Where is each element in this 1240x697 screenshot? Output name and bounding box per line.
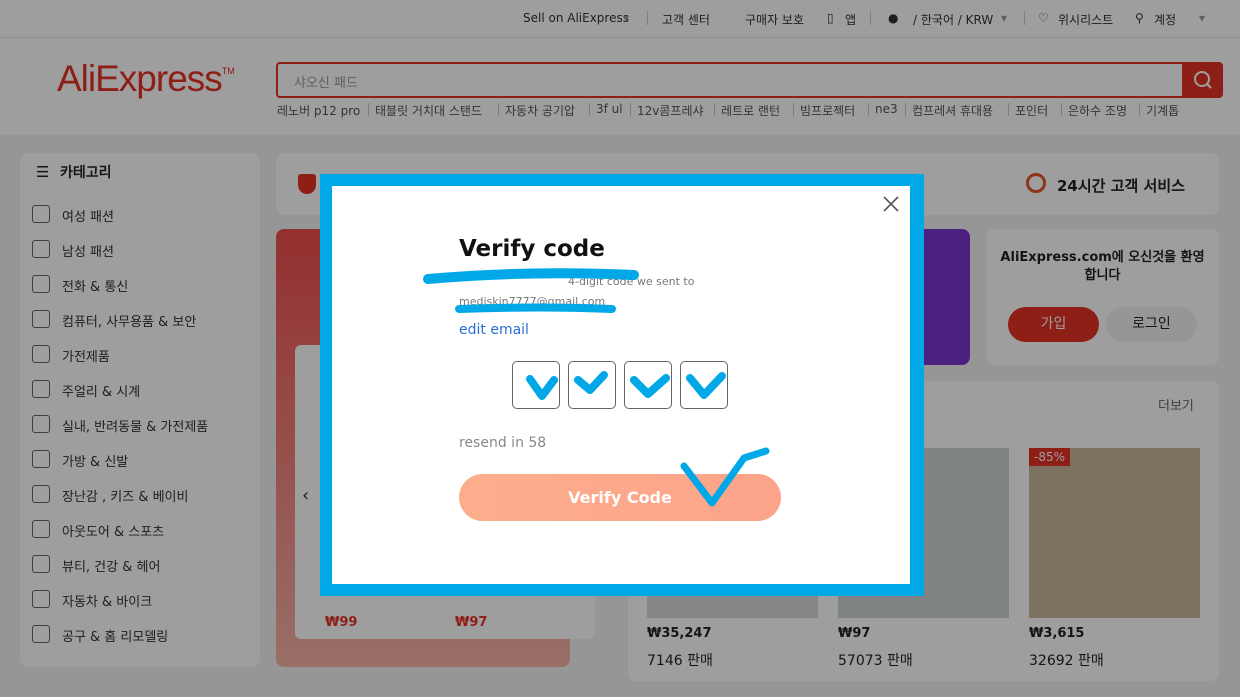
checkmark-scribble <box>574 371 608 394</box>
annotation-scribbles <box>423 268 770 507</box>
redaction-scribble <box>423 268 639 284</box>
checkmark-scribble <box>686 372 726 399</box>
checkmark-scribble <box>630 374 670 398</box>
checkmark-scribble <box>680 447 770 507</box>
redaction-scribble <box>455 303 616 313</box>
checkmark-scribble <box>526 375 558 400</box>
